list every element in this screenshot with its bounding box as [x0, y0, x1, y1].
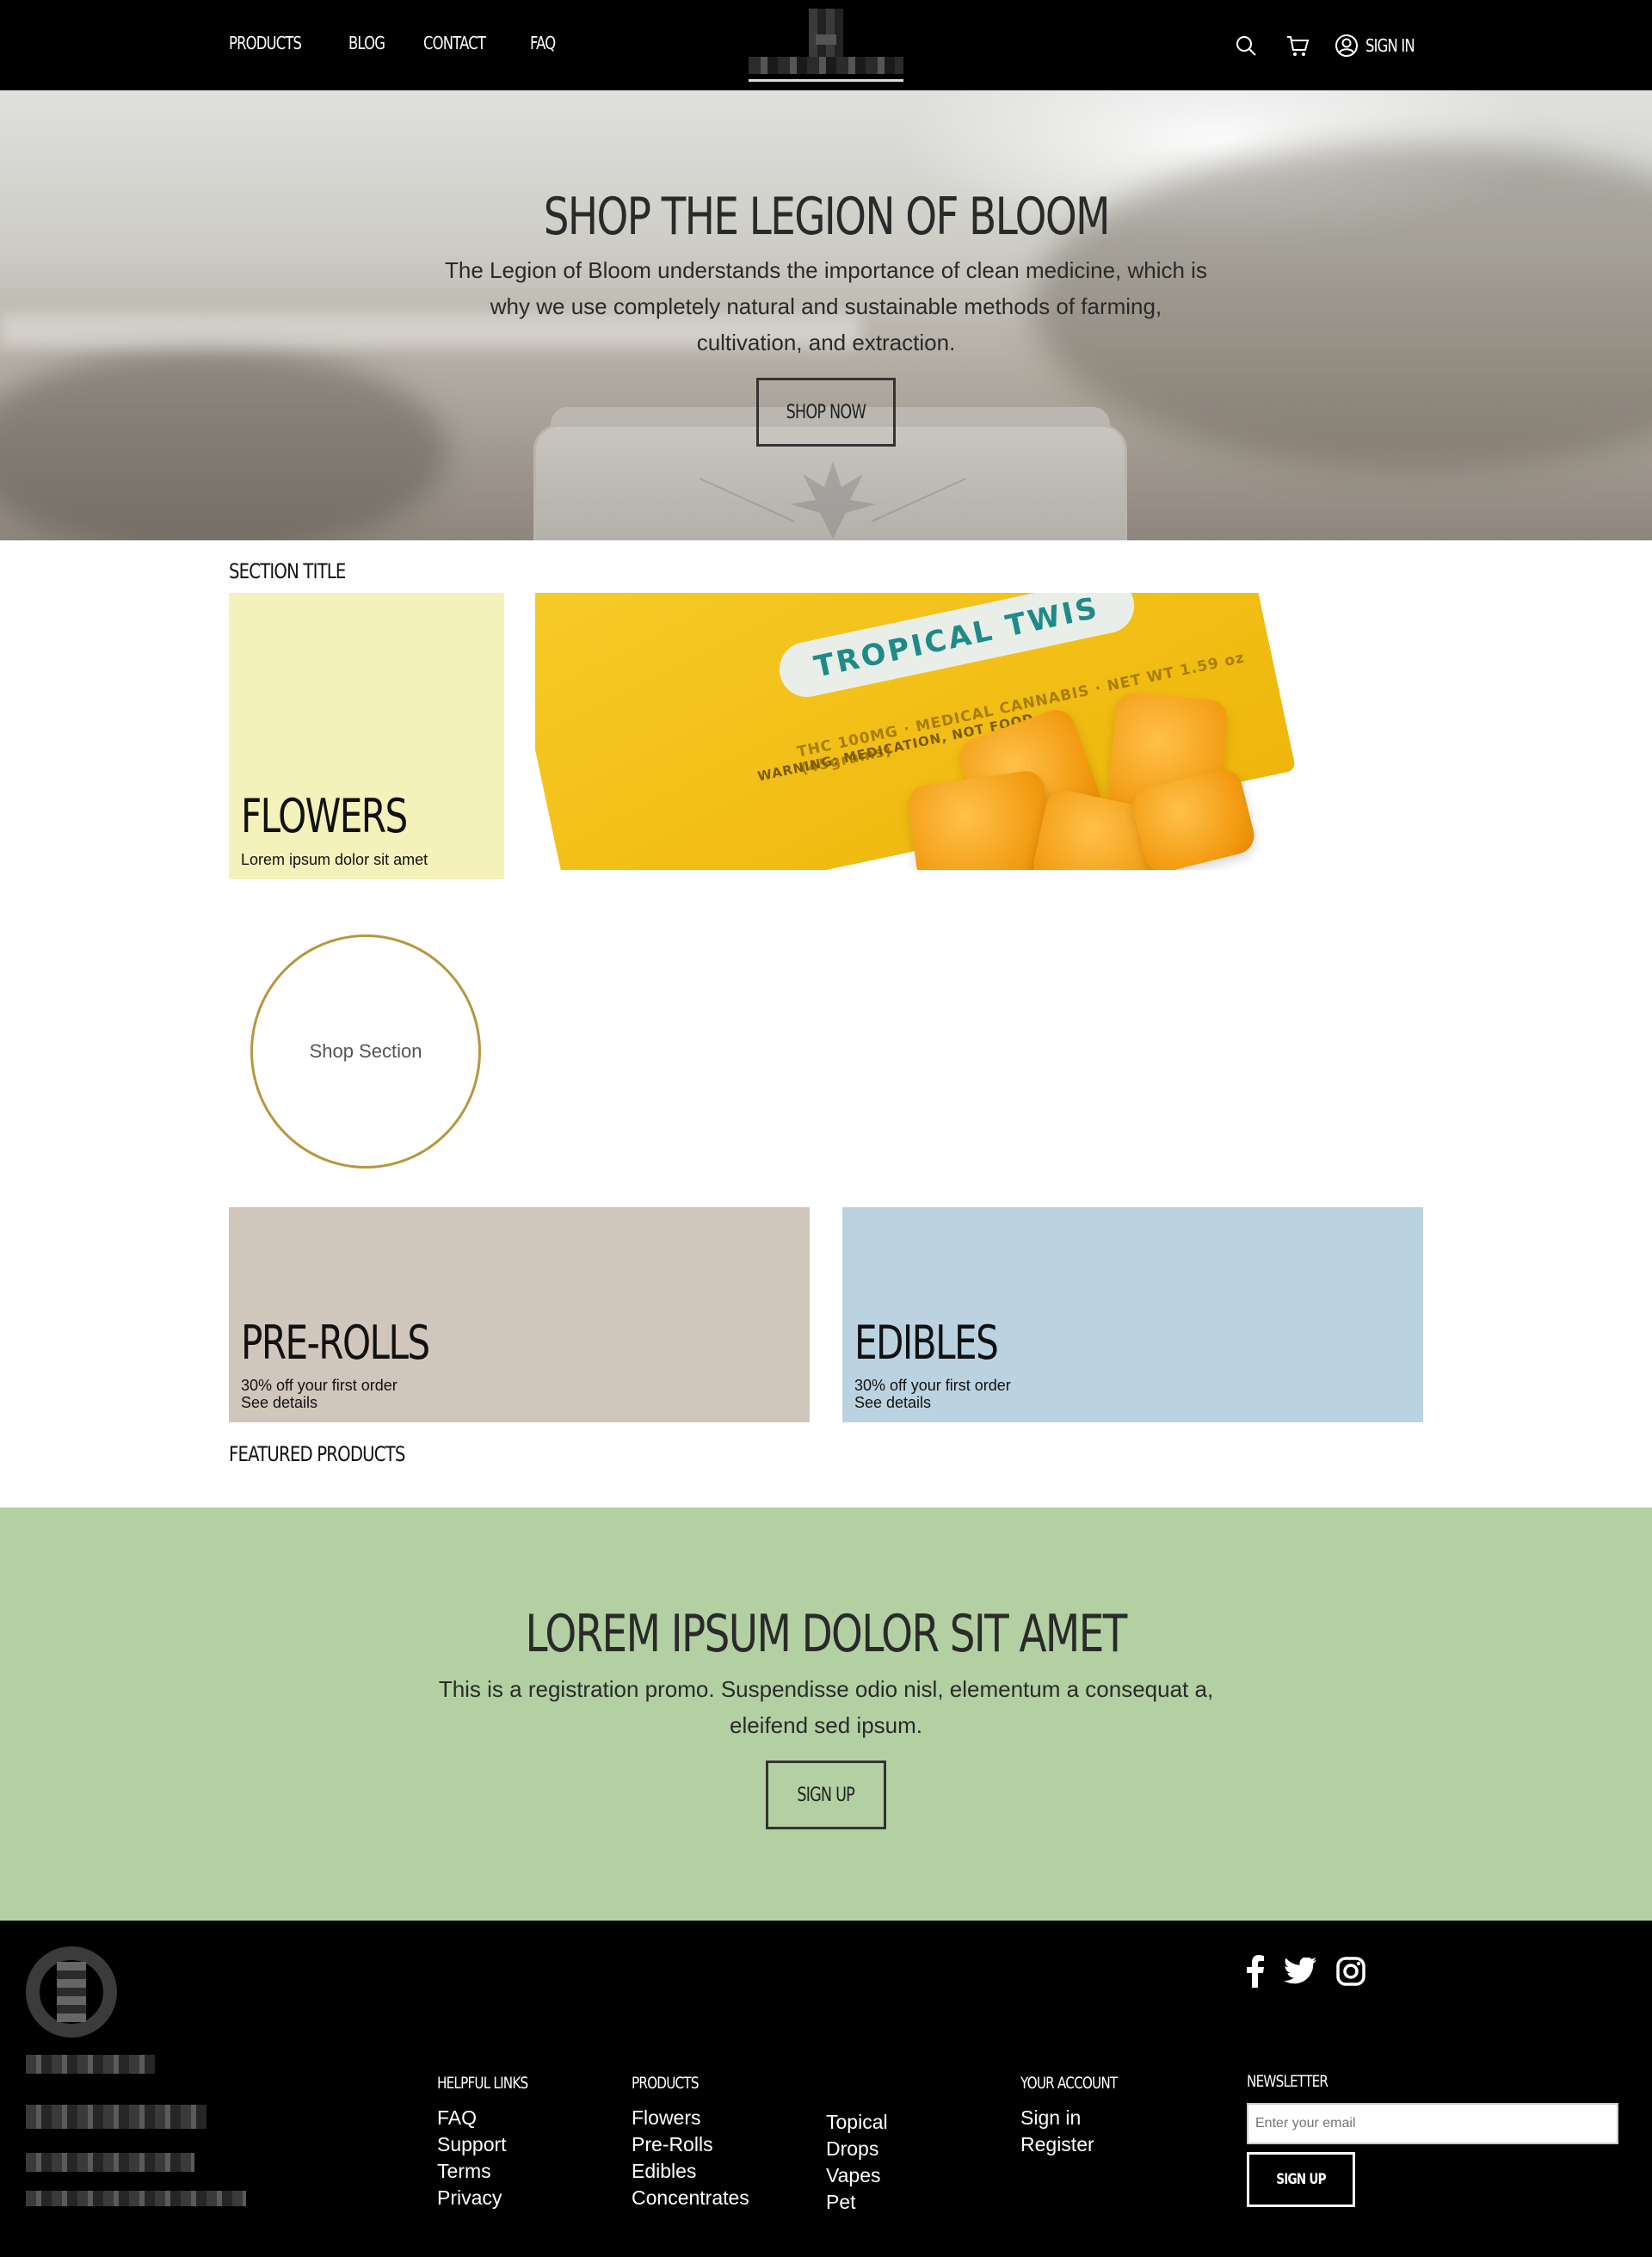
main-nav: PRODUCTS BLOG CONTACT FAQ — [229, 33, 592, 53]
footer-products-2: Topical Drops Vapes Pet — [826, 2109, 888, 2216]
footer-link-register[interactable]: Register — [1020, 2131, 1142, 2158]
footer-link-signin[interactable]: Sign in — [1020, 2105, 1142, 2131]
promo-signup-button[interactable]: SIGN UP — [766, 1761, 886, 1829]
category-tile-prerolls[interactable]: PRE-ROLLS 30% off your first order See d… — [229, 1207, 810, 1422]
promo-title: LOREM IPSUM DOLOR SIT AMET — [525, 1604, 1128, 1664]
site-header: PRODUCTS BLOG CONTACT FAQ SIGN IN — [0, 0, 1652, 90]
footer-heading: YOUR ACCOUNT — [1020, 2074, 1118, 2093]
footer-link-prerolls[interactable]: Pre-Rolls — [632, 2131, 749, 2158]
newsletter-email-input[interactable] — [1247, 2103, 1618, 2144]
header-actions: SIGN IN — [1231, 31, 1425, 60]
category-tile-flowers[interactable]: FLOWERS Lorem ipsum dolor sit amet — [229, 593, 504, 879]
hero-content: SHOP THE LEGION OF BLOOM The Legion of B… — [0, 90, 1652, 447]
tile-subtitle: Lorem ipsum dolor sit amet — [241, 851, 428, 868]
signin-link[interactable]: SIGN IN — [1335, 34, 1425, 58]
footer-email — [26, 2191, 246, 2206]
footer-newsletter: NEWSLETTER SIGN UP — [1247, 2072, 1618, 2207]
instagram-icon[interactable] — [1335, 1956, 1366, 1987]
logo-mark — [809, 9, 843, 59]
newsletter-signup-button[interactable]: SIGN UP — [1247, 2152, 1355, 2207]
edibles-product-image: TROPICAL TWIS THC 100MG · MEDICAL CANNAB… — [535, 593, 1335, 870]
shop-now-button[interactable]: SHOP NOW — [756, 378, 896, 447]
footer-link-flowers[interactable]: Flowers — [632, 2105, 749, 2131]
nav-products[interactable]: PRODUCTS — [229, 33, 302, 53]
shop-section-circle[interactable]: Shop Section — [250, 934, 481, 1169]
gummy — [905, 768, 1057, 870]
logo-wordmark — [749, 57, 903, 74]
site-logo[interactable] — [749, 9, 903, 84]
nav-blog[interactable]: BLOG — [348, 33, 385, 53]
footer-link-privacy[interactable]: Privacy — [437, 2185, 551, 2211]
footer-phone — [26, 2153, 194, 2172]
see-details-link[interactable]: See details — [854, 1394, 931, 1411]
tile-title: EDIBLES — [854, 1316, 999, 1370]
footer-heading: HELPFUL LINKS — [437, 2074, 528, 2093]
hero-title: SHOP THE LEGION OF BLOOM — [543, 187, 1110, 247]
tile-promo-text: 30% off your first order — [854, 1377, 1011, 1394]
promo-signup-label: SIGN UP — [797, 1784, 855, 1806]
footer-brand-text — [26, 2055, 155, 2074]
facebook-icon[interactable] — [1246, 1955, 1265, 1988]
footer-link-faq[interactable]: FAQ — [437, 2105, 551, 2131]
category-tile-edibles[interactable]: EDIBLES 30% off your first order See det… — [842, 1207, 1423, 1422]
footer-heading: PRODUCTS — [632, 2074, 699, 2093]
logo-core — [57, 1962, 86, 2022]
nav-faq[interactable]: FAQ — [530, 33, 556, 53]
promo-description: This is a registration promo. Suspendiss… — [438, 1676, 1214, 1738]
tile-promo-text: 30% off your first order — [241, 1377, 398, 1394]
footer-link-vapes[interactable]: Vapes — [826, 2162, 888, 2189]
footer-link-concentrates[interactable]: Concentrates — [632, 2185, 749, 2211]
logo-underline — [749, 79, 903, 82]
search-icon[interactable] — [1231, 31, 1261, 60]
footer-account: YOUR ACCOUNT Sign in Register — [1020, 2074, 1142, 2158]
tile-title: PRE-ROLLS — [241, 1316, 430, 1370]
twitter-icon[interactable] — [1284, 1958, 1316, 1985]
nav-contact[interactable]: CONTACT — [423, 33, 486, 53]
signin-label: SIGN IN — [1365, 35, 1415, 56]
section-title: SECTION TITLE — [229, 559, 346, 583]
footer-link-drops[interactable]: Drops — [826, 2136, 888, 2162]
user-icon — [1335, 34, 1358, 57]
featured-products-title: FEATURED PRODUCTS — [229, 1442, 405, 1466]
footer-link-edibles[interactable]: Edibles — [632, 2158, 749, 2185]
registration-promo: LOREM IPSUM DOLOR SIT AMET This is a reg… — [0, 1508, 1652, 1921]
hero-description: The Legion of Bloom understands the impo… — [445, 257, 1207, 355]
footer-link-terms[interactable]: Terms — [437, 2158, 551, 2185]
footer-helpful-links: HELPFUL LINKS FAQ Support Terms Privacy — [437, 2074, 551, 2211]
shop-now-label: SHOP NOW — [786, 401, 866, 423]
footer-link-topical[interactable]: Topical — [826, 2109, 888, 2136]
footer-link-pet[interactable]: Pet — [826, 2189, 888, 2216]
footer-link-support[interactable]: Support — [437, 2131, 551, 2158]
cart-icon[interactable] — [1283, 31, 1312, 60]
newsletter-signup-label: SIGN UP — [1276, 2171, 1326, 2188]
social-links — [1246, 1955, 1366, 1988]
see-details-link[interactable]: See details — [241, 1394, 317, 1411]
footer-heading: NEWSLETTER — [1247, 2072, 1328, 2091]
footer-address — [26, 2105, 206, 2129]
tile-title: FLOWERS — [241, 789, 408, 843]
footer-logo[interactable] — [26, 1946, 117, 2038]
footer-products: PRODUCTS Flowers Pre-Rolls Edibles Conce… — [632, 2074, 749, 2211]
